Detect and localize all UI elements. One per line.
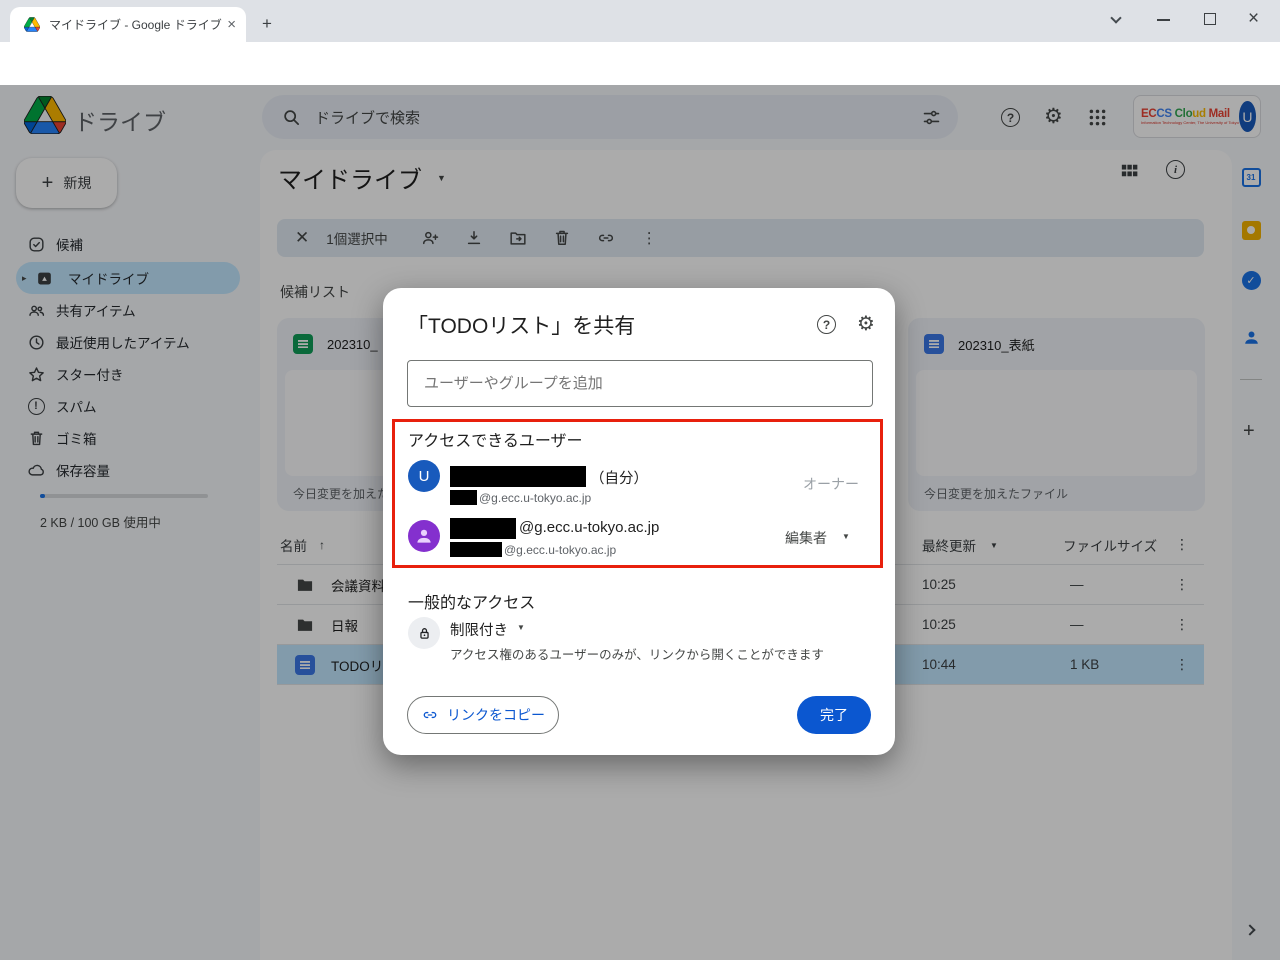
dialog-help-icon[interactable]: ?	[817, 315, 836, 334]
editor-name-domain: @g.ecc.u-tokyo.ac.jp	[519, 519, 659, 536]
redacted-email-prefix	[450, 542, 502, 557]
share-dialog: 「TODOリスト」を共有 ? ⚙ アクセスできるユーザー U （自分） @g.e…	[383, 288, 895, 755]
role-caret-icon[interactable]: ▼	[842, 532, 850, 541]
editor-email-domain: @g.ecc.u-tokyo.ac.jp	[504, 543, 616, 557]
browser-tab-strip: マイドライブ - Google ドライブ × + ×	[0, 0, 1280, 42]
access-heading: アクセスできるユーザー	[408, 427, 583, 451]
owner-avatar: U	[408, 460, 440, 492]
copy-link-button[interactable]: リンクをコピー	[407, 696, 559, 734]
dialog-settings-icon[interactable]: ⚙	[857, 311, 875, 336]
editor-role-dropdown[interactable]: 編集者	[785, 528, 827, 548]
access-description: アクセス権のあるユーザーのみが、リンクから開くことができます	[450, 644, 824, 663]
add-people-input[interactable]	[407, 360, 873, 407]
tab-close-icon[interactable]: ×	[227, 16, 236, 33]
browser-tab[interactable]: マイドライブ - Google ドライブ ×	[10, 7, 246, 42]
dialog-title: 「TODOリスト」を共有	[407, 310, 635, 340]
lock-icon	[408, 617, 440, 649]
general-access-heading: 一般的なアクセス	[408, 589, 535, 613]
done-button[interactable]: 完了	[797, 696, 871, 734]
redacted-email-prefix	[450, 490, 477, 505]
screen: マイドライブ - Google ドライブ × + × ← → ↻ drive.g…	[0, 0, 1280, 960]
editor-avatar	[408, 520, 440, 552]
browser-toolbar: ← → ↻ drive.google.com/drive/my-drive U …	[0, 42, 1280, 85]
new-tab-button[interactable]: +	[262, 14, 272, 34]
window-menu-icon[interactable]	[1112, 14, 1120, 22]
redacted-name	[450, 466, 586, 487]
window-maximize-button[interactable]	[1204, 13, 1216, 25]
owner-role-label: オーナー	[803, 474, 859, 494]
owner-email-domain: @g.ecc.u-tokyo.ac.jp	[479, 491, 591, 505]
window-minimize-button[interactable]	[1157, 19, 1170, 21]
owner-self-suffix: （自分）	[590, 467, 648, 488]
tab-title: マイドライブ - Google ドライブ	[49, 16, 227, 33]
access-level-dropdown[interactable]: 制限付き	[450, 619, 508, 640]
redacted-name	[450, 518, 516, 539]
window-close-button[interactable]: ×	[1248, 8, 1259, 30]
link-icon	[421, 706, 439, 724]
drive-favicon	[24, 17, 40, 32]
access-caret-icon[interactable]: ▼	[517, 623, 525, 632]
